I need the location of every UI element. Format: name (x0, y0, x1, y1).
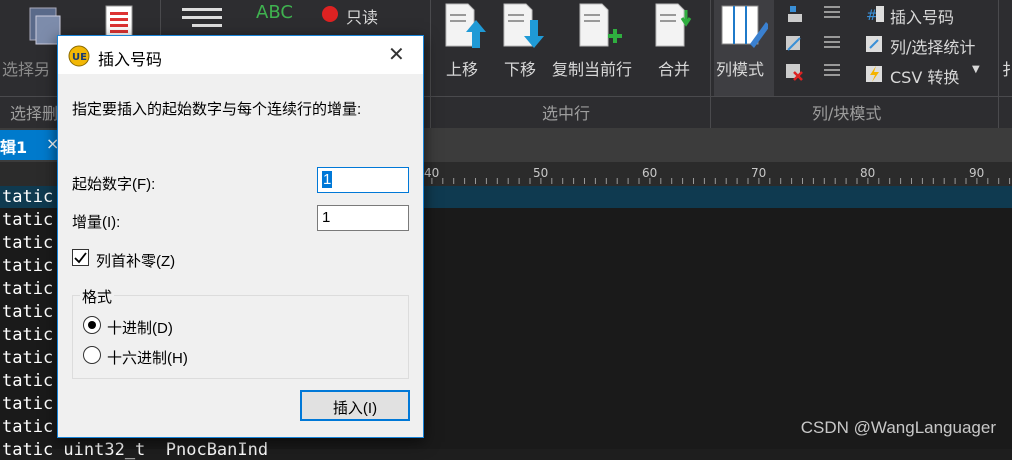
separator (998, 0, 999, 128)
leading-zero-checkbox[interactable] (72, 249, 89, 266)
copy-line-button[interactable]: 复制当前行 (552, 56, 632, 80)
insert-button[interactable]: 插入(I) (300, 390, 410, 421)
tab-label: 辑1 (0, 138, 28, 157)
ruler-mark-70: 70 (751, 166, 767, 180)
align-right-icon (824, 64, 840, 76)
code-line: tatic (2, 187, 54, 207)
column-mode-button[interactable]: 列模式 (714, 0, 774, 96)
start-number-label: 起始数字(F): (72, 176, 156, 193)
column-block-group-label: 列/块模式 (812, 104, 882, 123)
align-icon (824, 6, 840, 18)
code-line: tatic (2, 348, 54, 368)
decimal-radio[interactable] (83, 316, 101, 334)
checkmark-icon (74, 252, 87, 264)
readonly-icon (322, 6, 338, 22)
ruler-mark-60: 60 (642, 166, 658, 180)
ruler-mark-80: 80 (860, 166, 876, 180)
insert-button-label: 插入(I) (332, 400, 378, 417)
ruler-mark-40: 40 (424, 166, 440, 180)
column-mode-label: 列模式 (716, 60, 765, 79)
hex-label: 十六进制(H) (107, 350, 188, 367)
indent-icon (182, 8, 222, 27)
readonly-label[interactable]: 只读 (346, 4, 378, 28)
separator (710, 0, 711, 128)
separator (430, 0, 431, 128)
start-number-value: 1 (322, 171, 333, 188)
column-stats-icon (866, 36, 882, 52)
start-number-input[interactable]: 1 (317, 167, 409, 193)
ultraedit-logo-icon: UE (68, 45, 90, 67)
code-line: tatic (2, 394, 54, 414)
merge-icon (655, 3, 692, 47)
move-up-icon (445, 3, 486, 48)
column-cut-icon (786, 36, 801, 51)
csv-convert-button[interactable]: CSV 转换 (890, 64, 959, 88)
increment-label: 增量(I): (72, 214, 121, 231)
ruler-mark-90: 90 (969, 166, 985, 180)
column-delete-icon (786, 64, 803, 81)
svg-text:#: # (866, 8, 878, 24)
column-stats-button[interactable]: 列/选择统计 (890, 34, 975, 58)
dialog-title: 插入号码 (98, 52, 163, 69)
dialog-description: 指定要插入的起始数字与每个连续行的增量: (72, 101, 362, 118)
code-line: tatic (2, 233, 54, 253)
decimal-label: 十进制(D) (107, 320, 173, 337)
code-line: tatic (2, 279, 54, 299)
abc-label: ABC (256, 2, 293, 23)
code-line: tatic (2, 417, 54, 437)
leading-zero-label: 列首补零(Z) (96, 253, 176, 270)
code-line: tatic (2, 371, 54, 391)
format-group-label: 格式 (80, 286, 115, 307)
watermark: CSDN @WangLanguager (800, 418, 996, 437)
increment-input[interactable]: 1 (317, 205, 409, 231)
code-line: tatic (2, 210, 54, 230)
close-icon[interactable]: ✕ (388, 42, 405, 67)
select-copy-label[interactable]: 选择另 (2, 56, 50, 80)
insert-number-dialog: UE 插入号码 ✕ 指定要插入的起始数字与每个连续行的增量: 起始数字(F): … (57, 35, 424, 438)
select-group-label: 选择删 (10, 104, 59, 123)
ruler-mark-50: 50 (533, 166, 549, 180)
align-center-icon (824, 36, 840, 48)
column-mode-icon (721, 5, 768, 48)
trailing-label: 扌 (1002, 60, 1012, 79)
column-insert-icon (788, 6, 802, 22)
move-down-button[interactable]: 下移 (504, 56, 536, 80)
selected-line-group-label: 选中行 (542, 104, 591, 123)
svg-text:UE: UE (72, 52, 87, 63)
code-line: tatic (2, 256, 54, 276)
insert-number-icon: # (866, 6, 884, 24)
code-line: tatic (2, 302, 54, 322)
insert-number-button[interactable]: 插入号码 (890, 4, 954, 28)
increment-value: 1 (322, 209, 331, 226)
move-down-icon (503, 3, 544, 48)
copy-line-icon (579, 3, 622, 47)
move-up-button[interactable]: 上移 (446, 56, 478, 80)
tab-edit1[interactable]: 辑1 × (0, 130, 62, 160)
csv-convert-icon (866, 66, 882, 82)
radio-dot (88, 321, 96, 329)
chevron-down-icon[interactable]: ▼ (972, 64, 980, 75)
merge-button[interactable]: 合并 (658, 56, 690, 80)
dialog-title-bar[interactable]: UE 插入号码 ✕ (58, 36, 423, 74)
code-line: tatic (2, 325, 54, 345)
code-line: tatic uint32_t PnocBanInd (2, 440, 269, 460)
hex-radio[interactable] (83, 346, 101, 364)
